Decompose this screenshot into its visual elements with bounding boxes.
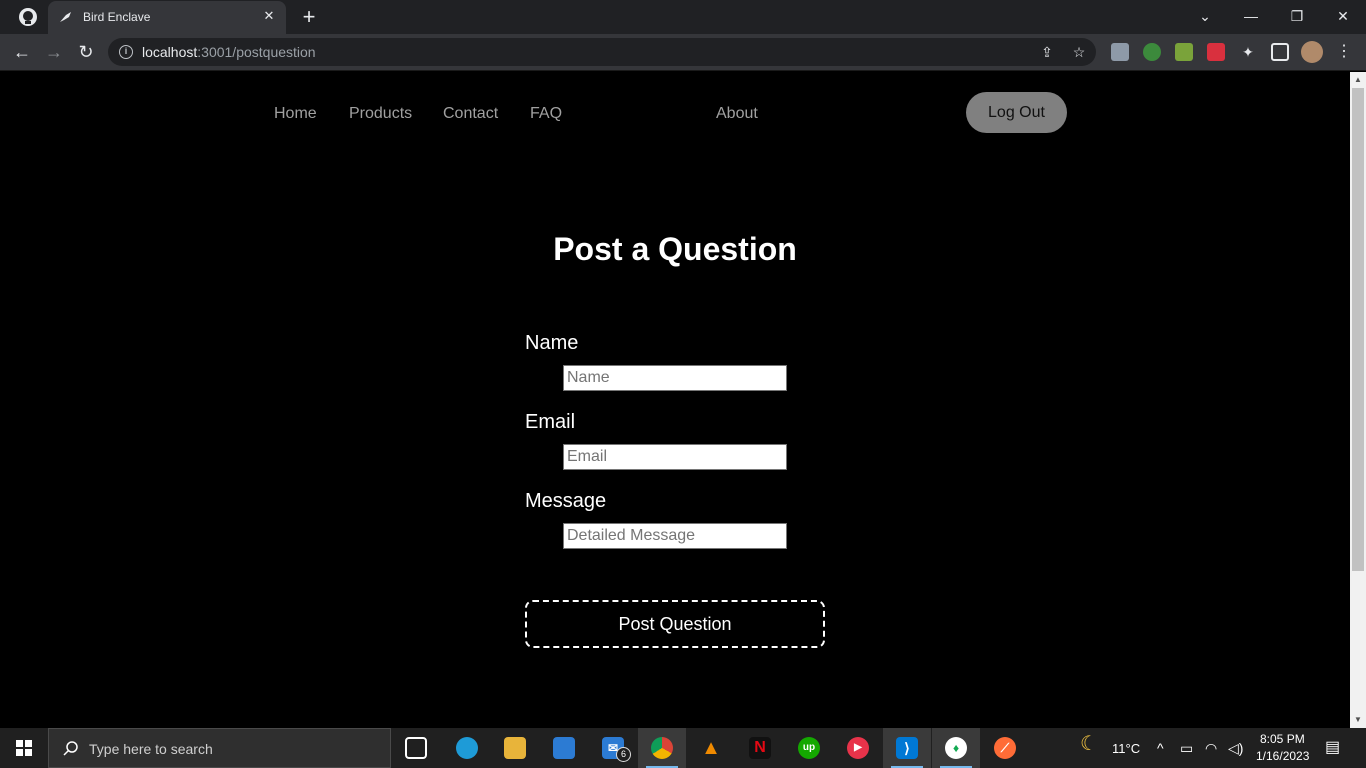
weather-temp[interactable]: 11°C <box>1112 741 1140 756</box>
edge-icon <box>456 737 478 759</box>
browser-tab-strip: Bird Enclave ✕ + ⌄ — ❐ ✕ <box>0 0 1366 34</box>
vscode-icon: ⟩ <box>896 737 918 759</box>
bird-favicon-icon <box>60 12 71 22</box>
name-input[interactable] <box>563 365 787 391</box>
nav-link-about[interactable]: About <box>716 105 758 123</box>
taskbar-chrome[interactable] <box>638 728 686 768</box>
taskbar-vscode[interactable]: ⟩ <box>883 728 931 768</box>
forward-arrow-icon[interactable]: → <box>41 39 67 65</box>
nav-link-contact[interactable]: Contact <box>443 105 498 123</box>
reload-icon[interactable]: ↻ <box>73 39 99 65</box>
browser-tab-active[interactable]: Bird Enclave ✕ <box>48 1 286 34</box>
clock-time[interactable]: 8:05 PM <box>1260 732 1305 746</box>
wifi-icon[interactable]: ◠ <box>1205 740 1217 756</box>
task-view-icon <box>405 737 427 759</box>
tab-title: Bird Enclave <box>83 10 151 24</box>
bookmark-star-icon[interactable]: ☆ <box>1071 44 1087 60</box>
taskbar-mail[interactable]: ✉ 6 <box>589 728 637 768</box>
show-hidden-icons-chevron-icon[interactable]: ^ <box>1157 740 1164 756</box>
search-icon <box>63 741 78 756</box>
vlc-cone-icon: ▲ <box>701 737 721 759</box>
scrollbar-thumb[interactable] <box>1352 88 1364 571</box>
taskbar-netflix[interactable]: N <box>736 728 784 768</box>
scroll-down-arrow-icon[interactable]: ▼ <box>1350 712 1366 728</box>
play-icon: ▶ <box>847 737 869 759</box>
page-title: Post a Question <box>553 231 797 267</box>
browser-menu-icon[interactable]: ⋮ <box>1335 43 1353 61</box>
red-extension-icon[interactable] <box>1207 43 1225 61</box>
netflix-icon: N <box>749 737 771 759</box>
close-window-button[interactable]: ✕ <box>1320 0 1366 32</box>
cart-extension-icon[interactable] <box>1175 43 1193 61</box>
page-scrollbar[interactable]: ▲ ▼ <box>1350 72 1366 728</box>
page-content: Home Products Contact FAQ About Log Out … <box>0 72 1350 728</box>
nav-link-home[interactable]: Home <box>274 105 317 123</box>
email-label: Email <box>525 411 576 433</box>
message-input[interactable] <box>563 523 787 549</box>
tab-search-chevron-icon[interactable]: ⌄ <box>1182 0 1228 32</box>
nav-link-faq[interactable]: FAQ <box>530 105 562 123</box>
globe-extension-icon[interactable] <box>1143 43 1161 61</box>
store-icon <box>553 737 575 759</box>
chrome-icon <box>651 737 673 759</box>
profile-avatar[interactable] <box>1301 41 1323 63</box>
taskbar-store[interactable] <box>540 728 588 768</box>
browser-toolbar: ← → ↻ i localhost:3001/postquestion ⇪ ☆ … <box>0 34 1366 71</box>
notification-center-icon[interactable]: ▤ <box>1325 740 1340 756</box>
volume-icon[interactable]: ◁) <box>1228 740 1243 756</box>
postman-icon: ⟋ <box>994 737 1016 759</box>
taskbar-vlc[interactable]: ▲ <box>687 728 735 768</box>
mongodb-leaf-icon: ♦ <box>945 737 967 759</box>
side-panel-icon[interactable] <box>1271 43 1289 61</box>
windows-start-icon[interactable] <box>0 728 48 768</box>
restore-button[interactable]: ❐ <box>1274 0 1320 32</box>
message-label: Message <box>525 490 607 512</box>
taskbar-edge[interactable] <box>443 728 491 768</box>
task-view-button[interactable] <box>392 728 440 768</box>
weather-moon-icon[interactable]: ☾ <box>1080 734 1098 754</box>
share-icon[interactable]: ⇪ <box>1039 44 1055 60</box>
taskbar-mongodb-compass[interactable]: ♦ <box>932 728 980 768</box>
skype-extension-icon[interactable] <box>1111 43 1129 61</box>
windows-taskbar: Type here to search ✉ 6 ▲ N up ▶ ⟩ ♦ ⟋ ☾… <box>0 728 1366 768</box>
mail-badge: 6 <box>616 747 631 762</box>
email-input[interactable] <box>563 444 787 470</box>
github-icon[interactable] <box>16 5 40 29</box>
address-bar[interactable]: i localhost:3001/postquestion ⇪ ☆ <box>108 38 1096 66</box>
minimize-button[interactable]: — <box>1228 0 1274 32</box>
nav-link-products[interactable]: Products <box>349 105 412 123</box>
taskbar-file-explorer[interactable] <box>491 728 539 768</box>
site-info-icon[interactable]: i <box>119 45 133 59</box>
taskbar-media-player[interactable]: ▶ <box>834 728 882 768</box>
taskbar-postman[interactable]: ⟋ <box>981 728 1029 768</box>
url-text[interactable]: localhost:3001/postquestion <box>142 44 316 60</box>
back-arrow-icon[interactable]: ← <box>9 39 35 65</box>
battery-icon[interactable]: ▭ <box>1180 740 1193 756</box>
folder-icon <box>504 737 526 759</box>
tab-close-icon[interactable]: ✕ <box>260 7 278 25</box>
taskbar-search-box[interactable]: Type here to search <box>48 728 391 768</box>
post-question-button[interactable]: Post Question <box>525 600 825 648</box>
scroll-up-arrow-icon[interactable]: ▲ <box>1350 72 1366 88</box>
new-tab-button[interactable]: + <box>297 5 321 29</box>
clock-date[interactable]: 1/16/2023 <box>1256 749 1309 763</box>
extensions-puzzle-icon[interactable]: ✦ <box>1239 43 1257 61</box>
search-placeholder: Type here to search <box>89 741 213 757</box>
upwork-icon: up <box>798 737 820 759</box>
logout-button[interactable]: Log Out <box>966 92 1067 133</box>
taskbar-upwork[interactable]: up <box>785 728 833 768</box>
name-label: Name <box>525 332 579 354</box>
